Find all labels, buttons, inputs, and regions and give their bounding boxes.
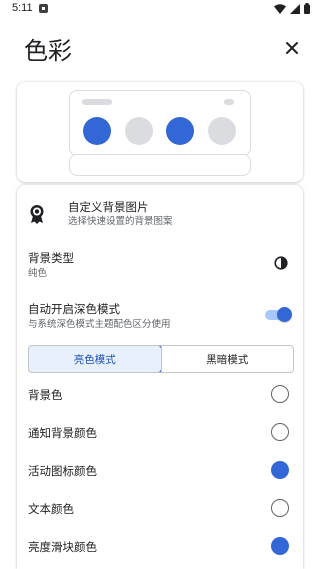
settings-card: 自定义背景图片 选择快速设置的背景图案 背景类型 纯色 自动开启深色模式 与系统…	[17, 185, 303, 569]
auto-dark-mode-toggle[interactable]	[265, 306, 292, 324]
preview-bar	[82, 99, 112, 105]
auto-dark-mode-title: 自动开启深色模式	[28, 302, 120, 316]
mode-selector: 亮色模式 黑暗模式	[28, 345, 294, 373]
tab-dark-mode[interactable]: 黑暗模式	[160, 346, 294, 372]
background-type-value: 纯色	[28, 268, 48, 279]
quick-settings-preview	[69, 90, 251, 156]
color-row-label: 活动图标颜色	[28, 464, 97, 478]
battery-icon	[304, 3, 310, 14]
color-swatch[interactable]	[271, 423, 289, 441]
preview-tile-active	[166, 117, 194, 145]
preview-tile-inactive	[125, 117, 153, 145]
close-icon	[286, 42, 298, 54]
preview-card	[17, 82, 303, 182]
color-row-label: 亮度滑块颜色	[28, 540, 97, 554]
preview-brightness-bar	[69, 154, 251, 176]
color-swatch[interactable]	[271, 461, 289, 479]
contrast-icon	[274, 256, 288, 270]
color-swatch[interactable]	[271, 385, 289, 403]
page-title: 色彩	[24, 37, 72, 65]
badge-icon	[30, 205, 44, 224]
app-notification-icon	[39, 4, 48, 13]
tab-light-mode[interactable]: 亮色模式	[29, 346, 162, 372]
color-row-label: 文本颜色	[28, 502, 74, 516]
wifi-icon	[274, 3, 286, 14]
preview-tile-inactive	[208, 117, 236, 145]
custom-background-subtitle: 选择快速设置的背景图案	[68, 216, 173, 227]
preview-tile-active	[83, 117, 111, 145]
color-row-label: 通知背景颜色	[28, 426, 97, 440]
status-bar: 5:11	[0, 0, 320, 18]
auto-dark-mode-subtitle: 与系统深色模式主题配色区分使用	[28, 319, 171, 330]
color-row-label: 背景色	[28, 388, 63, 402]
preview-bar-small	[224, 99, 234, 105]
signal-icon	[290, 3, 300, 14]
close-button[interactable]	[280, 36, 304, 60]
color-swatch[interactable]	[271, 499, 289, 517]
color-swatch[interactable]	[271, 537, 289, 555]
toggle-thumb	[277, 307, 292, 322]
background-type-title: 背景类型	[28, 251, 74, 265]
status-time: 5:11	[12, 2, 33, 14]
status-indicators	[274, 3, 310, 14]
